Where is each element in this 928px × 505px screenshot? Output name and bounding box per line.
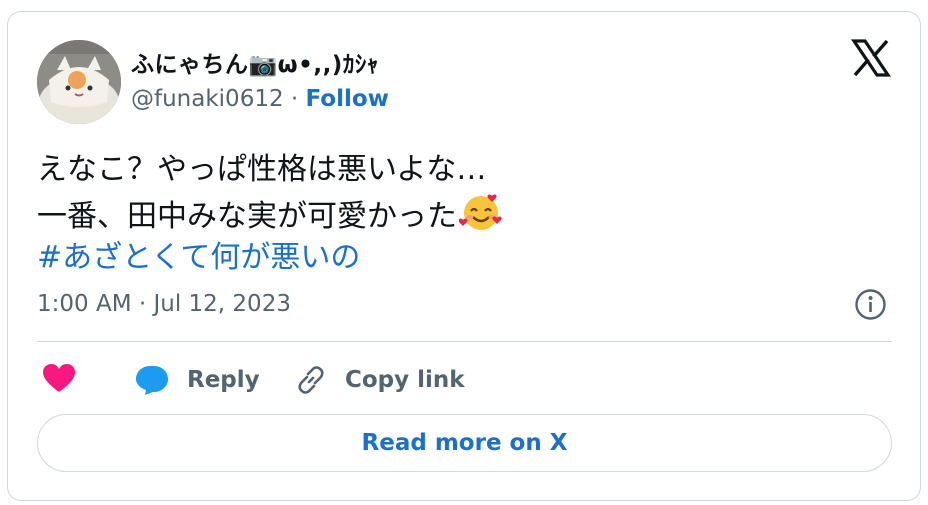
handle[interactable]: @funaki0612 [131, 86, 284, 112]
reply-button[interactable]: Reply [135, 360, 260, 400]
copy-link-label: Copy link [345, 367, 465, 393]
tweet-line-1: えなこ？やっぱ性格は悪いよな… [37, 152, 487, 187]
like-button[interactable] [42, 363, 76, 395]
tweet-line-2-text: 一番、田中みな実が可愛かった [37, 199, 457, 234]
follow-button[interactable]: Follow [306, 86, 389, 112]
handle-row: @funaki0612 · Follow [131, 86, 389, 112]
tweet-text: えなこ？やっぱ性格は悪いよな… 一番、田中みな実が可愛かった #あざとくて何が悪… [37, 148, 503, 280]
divider [37, 341, 892, 342]
copy-link-button[interactable]: Copy link [295, 360, 465, 400]
read-more-button[interactable]: Read more on X [37, 414, 892, 472]
link-icon [298, 366, 324, 394]
x-logo-icon[interactable] [850, 39, 892, 77]
action-bar: Reply Copy link [37, 360, 897, 400]
hashtag-link[interactable]: #あざとくて何が悪いの [37, 236, 503, 280]
tweet-card: ふにゃちん📷ω•,,)ｶｼｬ @funaki0612 · Follow えなこ？… [7, 11, 921, 501]
reply-label: Reply [187, 367, 260, 393]
timestamp[interactable]: 1:00 AM · Jul 12, 2023 [37, 291, 291, 317]
avatar[interactable] [37, 40, 121, 124]
speech-bubble-icon [136, 366, 168, 395]
info-icon[interactable] [854, 288, 887, 321]
separator: · [290, 86, 299, 112]
heart-icon [43, 364, 75, 392]
tweet-line-2: 一番、田中みな実が可愛かった [37, 192, 503, 236]
smiling-face-with-hearts-icon [458, 192, 503, 232]
display-name[interactable]: ふにゃちん📷ω•,,)ｶｼｬ [131, 45, 379, 79]
